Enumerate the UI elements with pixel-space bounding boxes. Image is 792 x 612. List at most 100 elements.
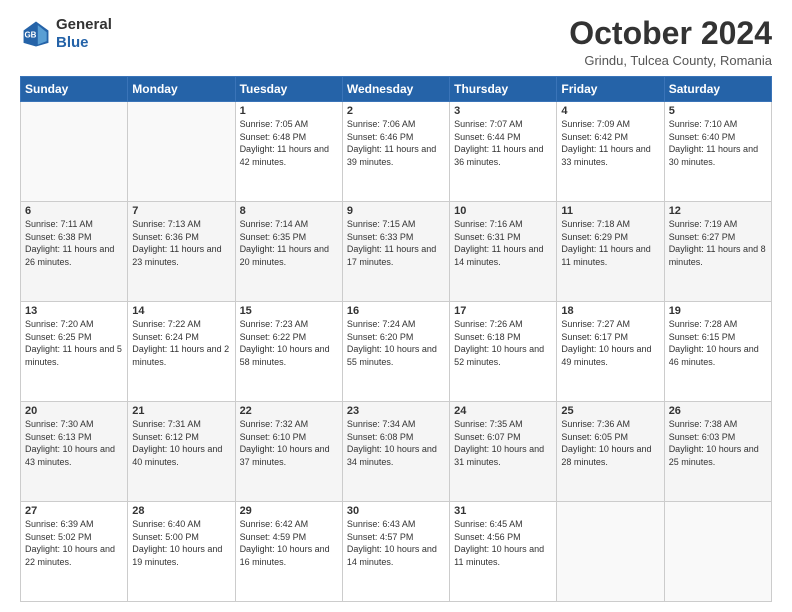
day-number: 24 xyxy=(454,405,552,417)
table-cell: 25Sunrise: 7:36 AM Sunset: 6:05 PM Dayli… xyxy=(557,402,664,502)
day-info: Sunrise: 7:28 AM Sunset: 6:15 PM Dayligh… xyxy=(669,318,767,368)
day-info: Sunrise: 7:06 AM Sunset: 6:46 PM Dayligh… xyxy=(347,118,445,168)
day-info: Sunrise: 7:10 AM Sunset: 6:40 PM Dayligh… xyxy=(669,118,767,168)
week-row-2: 6Sunrise: 7:11 AM Sunset: 6:38 PM Daylig… xyxy=(21,202,772,302)
day-info: Sunrise: 7:20 AM Sunset: 6:25 PM Dayligh… xyxy=(25,318,123,368)
table-cell: 31Sunrise: 6:45 AM Sunset: 4:56 PM Dayli… xyxy=(450,502,557,602)
day-info: Sunrise: 6:39 AM Sunset: 5:02 PM Dayligh… xyxy=(25,518,123,568)
day-number: 2 xyxy=(347,105,445,117)
day-info: Sunrise: 7:27 AM Sunset: 6:17 PM Dayligh… xyxy=(561,318,659,368)
table-cell: 28Sunrise: 6:40 AM Sunset: 5:00 PM Dayli… xyxy=(128,502,235,602)
day-info: Sunrise: 6:40 AM Sunset: 5:00 PM Dayligh… xyxy=(132,518,230,568)
day-number: 18 xyxy=(561,305,659,317)
day-info: Sunrise: 7:32 AM Sunset: 6:10 PM Dayligh… xyxy=(240,418,338,468)
col-tuesday: Tuesday xyxy=(235,77,342,102)
table-cell: 5Sunrise: 7:10 AM Sunset: 6:40 PM Daylig… xyxy=(664,102,771,202)
day-info: Sunrise: 7:05 AM Sunset: 6:48 PM Dayligh… xyxy=(240,118,338,168)
table-cell: 19Sunrise: 7:28 AM Sunset: 6:15 PM Dayli… xyxy=(664,302,771,402)
day-number: 6 xyxy=(25,205,123,217)
table-cell: 20Sunrise: 7:30 AM Sunset: 6:13 PM Dayli… xyxy=(21,402,128,502)
day-number: 15 xyxy=(240,305,338,317)
day-number: 9 xyxy=(347,205,445,217)
week-row-4: 20Sunrise: 7:30 AM Sunset: 6:13 PM Dayli… xyxy=(21,402,772,502)
col-sunday: Sunday xyxy=(21,77,128,102)
day-info: Sunrise: 6:45 AM Sunset: 4:56 PM Dayligh… xyxy=(454,518,552,568)
table-cell: 21Sunrise: 7:31 AM Sunset: 6:12 PM Dayli… xyxy=(128,402,235,502)
day-info: Sunrise: 7:09 AM Sunset: 6:42 PM Dayligh… xyxy=(561,118,659,168)
table-cell: 22Sunrise: 7:32 AM Sunset: 6:10 PM Dayli… xyxy=(235,402,342,502)
day-info: Sunrise: 7:23 AM Sunset: 6:22 PM Dayligh… xyxy=(240,318,338,368)
header-row: Sunday Monday Tuesday Wednesday Thursday… xyxy=(21,77,772,102)
table-cell: 11Sunrise: 7:18 AM Sunset: 6:29 PM Dayli… xyxy=(557,202,664,302)
table-cell: 15Sunrise: 7:23 AM Sunset: 6:22 PM Dayli… xyxy=(235,302,342,402)
day-info: Sunrise: 7:16 AM Sunset: 6:31 PM Dayligh… xyxy=(454,218,552,268)
table-cell: 17Sunrise: 7:26 AM Sunset: 6:18 PM Dayli… xyxy=(450,302,557,402)
day-info: Sunrise: 7:18 AM Sunset: 6:29 PM Dayligh… xyxy=(561,218,659,268)
day-info: Sunrise: 6:42 AM Sunset: 4:59 PM Dayligh… xyxy=(240,518,338,568)
day-number: 8 xyxy=(240,205,338,217)
day-number: 23 xyxy=(347,405,445,417)
col-friday: Friday xyxy=(557,77,664,102)
table-cell: 1Sunrise: 7:05 AM Sunset: 6:48 PM Daylig… xyxy=(235,102,342,202)
day-number: 19 xyxy=(669,305,767,317)
day-number: 12 xyxy=(669,205,767,217)
table-cell xyxy=(664,502,771,602)
location-subtitle: Grindu, Tulcea County, Romania xyxy=(569,53,772,68)
day-number: 10 xyxy=(454,205,552,217)
day-info: Sunrise: 7:15 AM Sunset: 6:33 PM Dayligh… xyxy=(347,218,445,268)
day-info: Sunrise: 7:22 AM Sunset: 6:24 PM Dayligh… xyxy=(132,318,230,368)
table-cell: 10Sunrise: 7:16 AM Sunset: 6:31 PM Dayli… xyxy=(450,202,557,302)
col-wednesday: Wednesday xyxy=(342,77,449,102)
logo-icon: GB xyxy=(20,18,52,50)
logo: GB General Blue xyxy=(20,16,112,52)
day-info: Sunrise: 7:14 AM Sunset: 6:35 PM Dayligh… xyxy=(240,218,338,268)
table-cell: 27Sunrise: 6:39 AM Sunset: 5:02 PM Dayli… xyxy=(21,502,128,602)
day-number: 29 xyxy=(240,505,338,517)
table-cell: 3Sunrise: 7:07 AM Sunset: 6:44 PM Daylig… xyxy=(450,102,557,202)
day-number: 22 xyxy=(240,405,338,417)
col-monday: Monday xyxy=(128,77,235,102)
table-cell: 12Sunrise: 7:19 AM Sunset: 6:27 PM Dayli… xyxy=(664,202,771,302)
day-number: 28 xyxy=(132,505,230,517)
day-info: Sunrise: 7:34 AM Sunset: 6:08 PM Dayligh… xyxy=(347,418,445,468)
table-cell: 16Sunrise: 7:24 AM Sunset: 6:20 PM Dayli… xyxy=(342,302,449,402)
table-cell: 9Sunrise: 7:15 AM Sunset: 6:33 PM Daylig… xyxy=(342,202,449,302)
month-title: October 2024 xyxy=(569,16,772,51)
logo-line1: General xyxy=(56,16,112,34)
day-number: 5 xyxy=(669,105,767,117)
day-number: 13 xyxy=(25,305,123,317)
table-cell: 8Sunrise: 7:14 AM Sunset: 6:35 PM Daylig… xyxy=(235,202,342,302)
table-cell: 7Sunrise: 7:13 AM Sunset: 6:36 PM Daylig… xyxy=(128,202,235,302)
title-block: October 2024 Grindu, Tulcea County, Roma… xyxy=(569,16,772,68)
day-info: Sunrise: 6:43 AM Sunset: 4:57 PM Dayligh… xyxy=(347,518,445,568)
day-info: Sunrise: 7:38 AM Sunset: 6:03 PM Dayligh… xyxy=(669,418,767,468)
day-number: 20 xyxy=(25,405,123,417)
day-info: Sunrise: 7:13 AM Sunset: 6:36 PM Dayligh… xyxy=(132,218,230,268)
day-number: 31 xyxy=(454,505,552,517)
table-cell: 14Sunrise: 7:22 AM Sunset: 6:24 PM Dayli… xyxy=(128,302,235,402)
day-number: 21 xyxy=(132,405,230,417)
col-thursday: Thursday xyxy=(450,77,557,102)
table-cell: 30Sunrise: 6:43 AM Sunset: 4:57 PM Dayli… xyxy=(342,502,449,602)
table-cell: 29Sunrise: 6:42 AM Sunset: 4:59 PM Dayli… xyxy=(235,502,342,602)
day-info: Sunrise: 7:26 AM Sunset: 6:18 PM Dayligh… xyxy=(454,318,552,368)
table-cell xyxy=(128,102,235,202)
col-saturday: Saturday xyxy=(664,77,771,102)
table-cell: 2Sunrise: 7:06 AM Sunset: 6:46 PM Daylig… xyxy=(342,102,449,202)
svg-text:GB: GB xyxy=(24,31,36,40)
day-number: 27 xyxy=(25,505,123,517)
day-number: 25 xyxy=(561,405,659,417)
table-cell: 24Sunrise: 7:35 AM Sunset: 6:07 PM Dayli… xyxy=(450,402,557,502)
week-row-1: 1Sunrise: 7:05 AM Sunset: 6:48 PM Daylig… xyxy=(21,102,772,202)
day-number: 14 xyxy=(132,305,230,317)
day-number: 30 xyxy=(347,505,445,517)
table-cell xyxy=(21,102,128,202)
day-info: Sunrise: 7:07 AM Sunset: 6:44 PM Dayligh… xyxy=(454,118,552,168)
day-info: Sunrise: 7:35 AM Sunset: 6:07 PM Dayligh… xyxy=(454,418,552,468)
day-info: Sunrise: 7:19 AM Sunset: 6:27 PM Dayligh… xyxy=(669,218,767,268)
week-row-5: 27Sunrise: 6:39 AM Sunset: 5:02 PM Dayli… xyxy=(21,502,772,602)
week-row-3: 13Sunrise: 7:20 AM Sunset: 6:25 PM Dayli… xyxy=(21,302,772,402)
day-number: 3 xyxy=(454,105,552,117)
day-number: 11 xyxy=(561,205,659,217)
table-cell: 23Sunrise: 7:34 AM Sunset: 6:08 PM Dayli… xyxy=(342,402,449,502)
